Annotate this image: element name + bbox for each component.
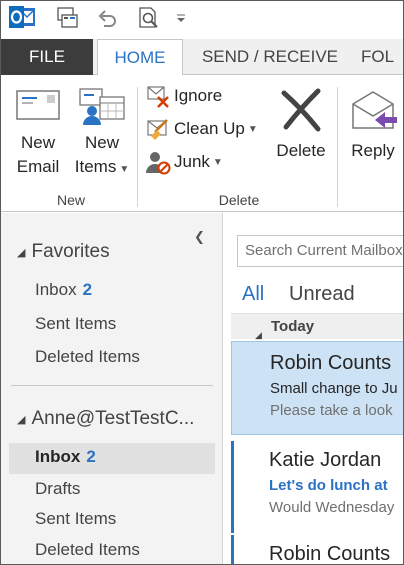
clean-up-icon bbox=[145, 116, 171, 142]
group-header-today[interactable]: ◢ Today bbox=[231, 313, 403, 340]
chevron-down-icon: ▼ bbox=[119, 164, 130, 175]
ignore-button[interactable]: Ignore bbox=[145, 82, 222, 110]
tab-send-receive[interactable]: SEND / RECEIVE bbox=[195, 39, 345, 75]
collapse-pane-icon[interactable]: ❮ bbox=[194, 229, 205, 245]
message-preview: Would Wednesday bbox=[269, 499, 395, 516]
tab-folder[interactable]: FOL bbox=[361, 39, 403, 75]
expand-triangle-icon: ◢ bbox=[17, 246, 26, 259]
reply-icon bbox=[343, 85, 403, 135]
clean-up-button[interactable]: Clean Up ▼ bbox=[145, 115, 258, 143]
filter-all[interactable]: All bbox=[242, 283, 264, 306]
favorites-header[interactable]: ◢ Favorites bbox=[17, 241, 110, 263]
group-label-new: New bbox=[56, 192, 85, 208]
clean-up-label: Clean Up bbox=[174, 119, 245, 138]
group-label: Today bbox=[271, 318, 315, 335]
unread-count-badge: 2 bbox=[86, 447, 96, 466]
ribbon: New Email New Items ▼ New Ignore Clean U… bbox=[1, 75, 403, 212]
new-email-label-2: Email bbox=[16, 157, 60, 176]
undo-icon[interactable] bbox=[94, 5, 120, 31]
junk-label: Junk bbox=[174, 152, 210, 171]
new-items-label-1: New bbox=[84, 133, 119, 152]
customize-dropdown-icon[interactable] bbox=[173, 5, 189, 31]
account-header[interactable]: ◢ Anne@TestTestC... bbox=[17, 408, 194, 430]
delete-x-icon bbox=[271, 85, 331, 135]
new-email-button[interactable]: New Email bbox=[9, 87, 67, 179]
message-sender: Robin Counts bbox=[269, 543, 391, 565]
message-preview: Please take a look bbox=[270, 402, 393, 419]
unread-indicator bbox=[231, 535, 234, 564]
ignore-label: Ignore bbox=[174, 86, 223, 105]
new-items-icon bbox=[71, 87, 133, 131]
account-inbox[interactable]: Inbox 2 bbox=[35, 447, 96, 467]
print-preview-icon[interactable] bbox=[135, 5, 163, 31]
send-receive-icon[interactable] bbox=[53, 5, 81, 31]
message-sender: Katie Jordan bbox=[269, 449, 382, 471]
delete-label: Delete bbox=[276, 141, 326, 160]
folder-label: Inbox bbox=[35, 447, 81, 466]
favorites-inbox[interactable]: Inbox 2 bbox=[35, 280, 92, 300]
chevron-down-icon: ▼ bbox=[247, 123, 258, 135]
chevron-down-icon: ▼ bbox=[212, 156, 223, 168]
outlook-app-icon[interactable] bbox=[7, 5, 37, 31]
message-list-pane: Search Current Mailbox All Unread ◢ Toda… bbox=[224, 213, 403, 565]
message-subject: Let's do lunch at bbox=[269, 477, 388, 494]
junk-button[interactable]: Junk ▼ bbox=[145, 148, 223, 176]
message-sender: Robin Counts bbox=[270, 352, 392, 374]
search-input[interactable]: Search Current Mailbox bbox=[237, 235, 403, 267]
new-items-button[interactable]: New Items ▼ bbox=[71, 87, 133, 182]
unread-count-badge: 2 bbox=[82, 280, 93, 299]
new-email-label-1: New bbox=[20, 133, 55, 152]
tab-home[interactable]: HOME bbox=[97, 39, 183, 76]
junk-icon bbox=[145, 149, 171, 175]
quick-access-toolbar bbox=[1, 1, 403, 39]
favorites-deleted-items[interactable]: Deleted Items bbox=[35, 347, 140, 367]
message-item[interactable]: Robin Counts bbox=[231, 535, 403, 565]
favorites-sent-items[interactable]: Sent Items bbox=[35, 314, 116, 334]
envelope-icon bbox=[9, 87, 67, 131]
group-divider bbox=[337, 87, 338, 207]
tab-file[interactable]: FILE bbox=[1, 39, 93, 75]
account-drafts[interactable]: Drafts bbox=[35, 479, 80, 499]
message-item[interactable]: Robin Counts Small change to Ju Please t… bbox=[231, 341, 403, 435]
favorites-label: Favorites bbox=[31, 241, 110, 262]
ignore-icon bbox=[145, 83, 171, 109]
ribbon-tabs: FILE HOME SEND / RECEIVE FOL bbox=[1, 39, 403, 76]
folder-label: Inbox bbox=[35, 280, 77, 299]
expand-triangle-icon: ◢ bbox=[17, 413, 26, 426]
account-label: Anne@TestTestC... bbox=[31, 408, 195, 429]
group-divider bbox=[137, 87, 138, 207]
new-items-label-2: Items bbox=[74, 157, 117, 176]
account-deleted-items[interactable]: Deleted Items bbox=[35, 540, 140, 560]
message-item[interactable]: Katie Jordan Let's do lunch at Would Wed… bbox=[231, 441, 403, 533]
reply-button[interactable]: Reply bbox=[343, 85, 403, 163]
outlook-window: FILE HOME SEND / RECEIVE FOL New Email N… bbox=[0, 0, 404, 565]
nav-divider bbox=[11, 385, 213, 386]
delete-button[interactable]: Delete bbox=[271, 85, 331, 163]
message-subject: Small change to Ju bbox=[270, 380, 398, 397]
unread-indicator bbox=[231, 441, 234, 533]
account-sent-items[interactable]: Sent Items bbox=[35, 509, 116, 529]
filter-unread[interactable]: Unread bbox=[289, 283, 355, 306]
folder-pane: ❮ ◢ Favorites Inbox 2 Sent Items Deleted … bbox=[1, 213, 223, 564]
reply-label: Reply bbox=[351, 141, 395, 160]
group-label-delete: Delete bbox=[218, 192, 260, 208]
